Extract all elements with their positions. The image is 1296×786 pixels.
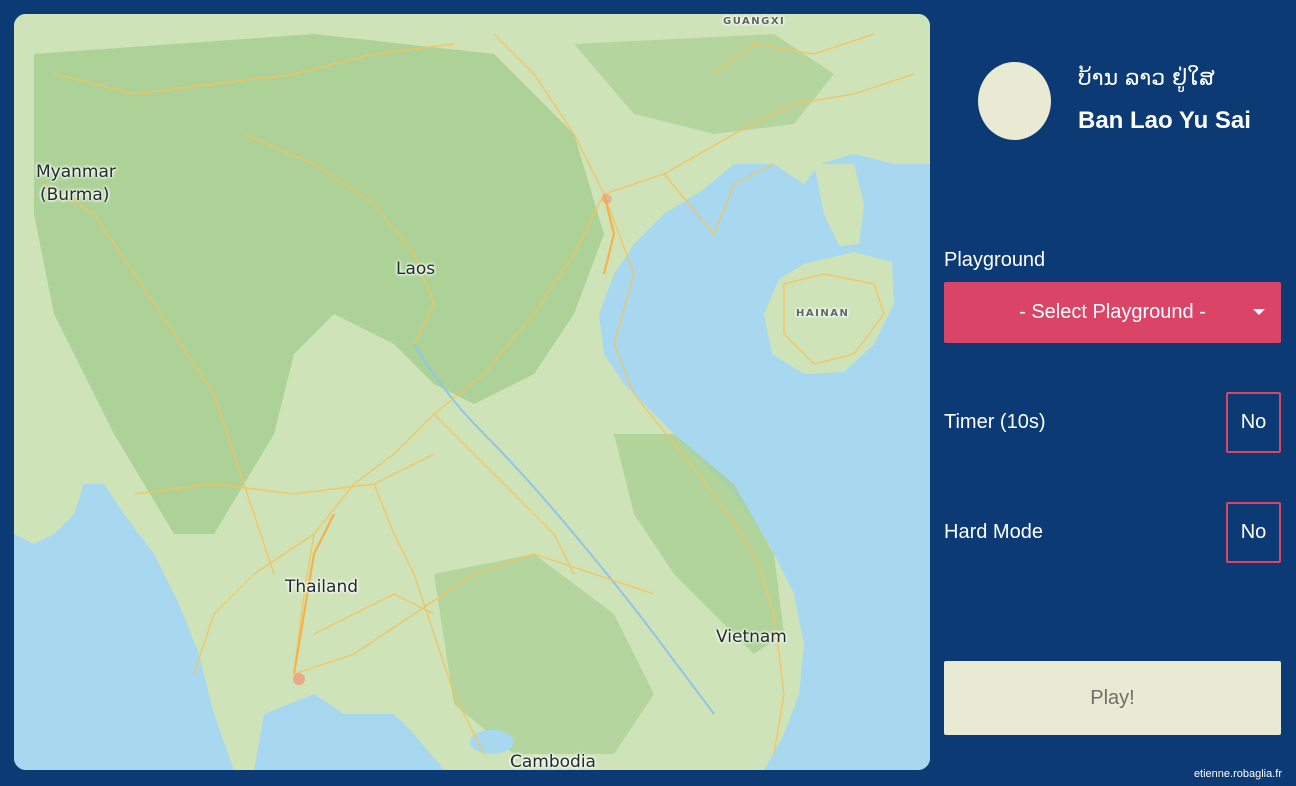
map-label-myanmar: Myanmar <box>36 162 116 182</box>
playground-label: Playground <box>944 249 1046 271</box>
map-label-vietnam: Vietnam <box>716 627 787 647</box>
city-bangkok <box>293 673 305 685</box>
map[interactable]: GUANGXI Myanmar (Burma) Laos HAINAN Thai… <box>14 14 930 770</box>
app-title-lao: ບ້ານ ລາວ ຢູ່ໃສ <box>1078 66 1215 91</box>
logo-circle <box>978 62 1051 140</box>
app-title: Ban Lao Yu Sai <box>1078 107 1251 134</box>
timer-toggle-value: No <box>1240 411 1267 433</box>
map-label-thailand: Thailand <box>285 577 359 597</box>
timer-toggle[interactable]: No <box>1226 392 1281 453</box>
playground-select[interactable]: - Select Playground - <box>944 282 1281 343</box>
map-label-guangxi: GUANGXI <box>723 16 786 27</box>
map-label-cambodia: Cambodia <box>510 752 596 770</box>
sidebar: ບ້ານ ລາວ ຢູ່ໃສ Ban Lao Yu Sai Playground… <box>930 0 1296 786</box>
hard-mode-label: Hard Mode <box>944 521 1043 543</box>
play-button-label: Play! <box>1090 686 1135 709</box>
map-canvas[interactable] <box>14 14 930 770</box>
author-credit[interactable]: etienne.robaglia.fr <box>1194 768 1282 780</box>
city-hanoi <box>602 194 612 204</box>
chevron-down-icon <box>1253 309 1265 315</box>
map-label-burma: (Burma) <box>40 185 110 205</box>
lake <box>470 730 514 754</box>
app: GUANGXI Myanmar (Burma) Laos HAINAN Thai… <box>0 0 1296 786</box>
map-label-hainan: HAINAN <box>796 308 850 319</box>
timer-label: Timer (10s) <box>944 411 1046 433</box>
hard-mode-toggle-value: No <box>1240 521 1267 543</box>
map-label-laos: Laos <box>396 259 436 279</box>
play-button[interactable]: Play! <box>944 661 1281 735</box>
playground-select-value: - Select Playground - <box>1019 301 1206 323</box>
hard-mode-toggle[interactable]: No <box>1226 502 1281 563</box>
